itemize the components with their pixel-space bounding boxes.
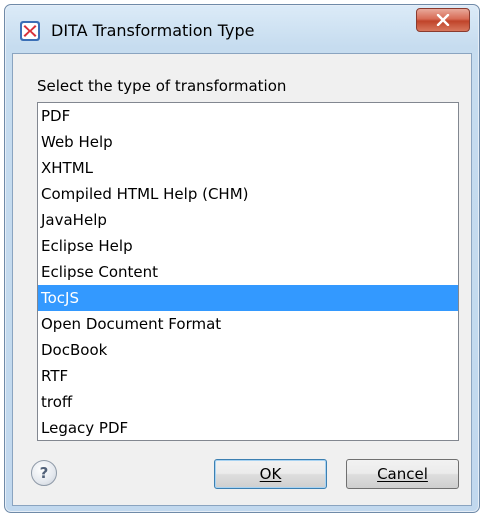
list-item[interactable]: troff — [38, 389, 458, 415]
dialog-window: DITA Transformation Type Select the type… — [4, 4, 480, 513]
list-item[interactable]: JavaHelp — [38, 207, 458, 233]
help-button[interactable]: ? — [31, 460, 57, 486]
list-item[interactable]: XHTML — [38, 155, 458, 181]
help-icon: ? — [39, 464, 49, 482]
cancel-button-label: Cancel — [377, 465, 428, 483]
list-item[interactable]: Web Help — [38, 129, 458, 155]
list-item[interactable]: Legacy PDF — [38, 415, 458, 440]
list-item[interactable]: Compiled HTML Help (CHM) — [38, 181, 458, 207]
cancel-button[interactable]: Cancel — [346, 459, 459, 489]
ok-button[interactable]: OK — [214, 459, 327, 489]
list-item[interactable]: Eclipse Content — [38, 259, 458, 285]
close-icon — [436, 14, 450, 26]
title-bar[interactable]: DITA Transformation Type — [5, 5, 479, 55]
dialog-content: Select the type of transformation PDF Web… — [12, 53, 472, 506]
list-item[interactable]: PDF — [38, 103, 458, 129]
list-item[interactable]: DocBook — [38, 337, 458, 363]
list-item[interactable]: RTF — [38, 363, 458, 389]
prompt-label: Select the type of transformation — [37, 77, 287, 95]
list-item[interactable]: TocJS — [38, 285, 458, 311]
oxygen-x-icon — [20, 21, 40, 41]
list-item[interactable]: Eclipse Help — [38, 233, 458, 259]
list-item[interactable]: Open Document Format — [38, 311, 458, 337]
window-title: DITA Transformation Type — [51, 21, 255, 40]
close-button[interactable] — [416, 8, 470, 32]
transformation-type-list[interactable]: PDF Web Help XHTML Compiled HTML Help (CHM)… — [37, 102, 459, 441]
ok-button-label: OK — [259, 465, 282, 483]
